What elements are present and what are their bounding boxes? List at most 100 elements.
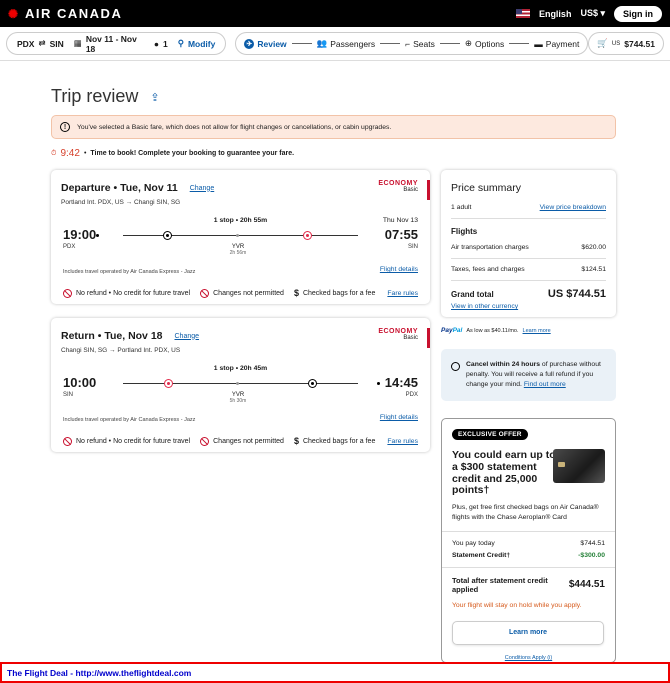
flight-details-link[interactable]: Flight details xyxy=(380,266,418,273)
timer-message: Time to book! Complete your booking to g… xyxy=(90,150,295,157)
stop-marker xyxy=(165,380,172,387)
person-icon: ● xyxy=(153,38,159,49)
flights-heading: Flights xyxy=(451,227,478,236)
pay-today-value: $744.51 xyxy=(580,539,605,547)
share-icon[interactable]: ⇪ xyxy=(150,91,160,104)
sign-in-button[interactable]: Sign in xyxy=(614,5,662,22)
offer-body: Plus, get free first checked bags on Air… xyxy=(452,504,599,521)
price-summary: Price summary 1 adult View price breakdo… xyxy=(441,170,616,317)
brand-name: AIR CANADA xyxy=(25,6,123,21)
flight-details-link[interactable]: Flight details xyxy=(380,414,418,421)
info-icon: ! xyxy=(60,122,70,132)
cart-icon: 🛒 xyxy=(597,38,608,48)
operator-note: Includes travel operated by Air Canada E… xyxy=(63,417,196,423)
step-seats[interactable]: ⌐ Seats xyxy=(405,39,435,49)
booking-steps: ✈ Review 👥 Passengers ⌐ Seats ⊕ Options ▬ Pay… xyxy=(235,32,589,55)
us-flag-icon xyxy=(515,9,530,18)
cabin-badge: ECONOMY Basic xyxy=(378,180,418,193)
air-charges-label: Air transportation charges xyxy=(451,244,529,251)
step-payment[interactable]: ▬ Payment xyxy=(534,39,579,49)
offer-headline: You could earn up to a $300 statement cr… xyxy=(452,449,556,497)
hold-note: Your flight will stay on hold while you … xyxy=(452,601,582,609)
air-canada-logo[interactable]: ✺ AIR CANADA xyxy=(8,6,122,21)
total-after-credit-label: Total after statement credit applied xyxy=(452,575,548,594)
stop-marker xyxy=(304,232,311,239)
taxes-label: Taxes, fees and charges xyxy=(451,266,525,273)
arrival-time: 07:55 xyxy=(384,227,418,242)
maple-leaf-icon: ✺ xyxy=(8,6,20,21)
exclusive-offer-badge: EXCLUSIVE OFFER xyxy=(452,429,528,440)
flight-deal-banner[interactable]: The Flight Deal - http://www.theflightde… xyxy=(0,662,670,683)
stop-marker xyxy=(309,380,316,387)
grand-total-label: Grand total xyxy=(451,289,494,299)
fare-rules-link[interactable]: Fare rules xyxy=(387,290,418,297)
cart-total[interactable]: 🛒 US $744.51 xyxy=(588,32,664,55)
booking-bar: PDX ⇄ SIN ▦ Nov 11 - Nov 18 ● 1 ⚲ Modify ✈ Rev… xyxy=(0,27,670,61)
fare-conditions: No refund • No credit for future travel … xyxy=(63,288,418,298)
swap-icon: ⇄ xyxy=(38,38,46,48)
total-after-credit-value: $444.51 xyxy=(568,579,605,591)
card-icon: ▬ xyxy=(534,38,543,49)
taxes-value: $124.51 xyxy=(581,266,606,273)
step-passengers[interactable]: 👥 Passengers xyxy=(317,38,375,49)
cancel-policy: Cancel within 24 hours of purchase witho… xyxy=(441,349,616,401)
no-refund-icon xyxy=(63,288,72,298)
air-charges-value: $620.00 xyxy=(581,244,606,251)
flight-timeline: 19:00 PDX YVR 2h 56m 07:55 SIN xyxy=(63,227,418,256)
arrival-code: SIN xyxy=(407,244,418,250)
arrival-time: 14:45 xyxy=(384,375,418,390)
stop-airport: YVR 5h 30m xyxy=(229,392,247,404)
paypal-logo: PayPal xyxy=(441,327,463,334)
price-summary-title: Price summary xyxy=(451,182,522,194)
plus-icon: ⊕ xyxy=(464,38,472,48)
departure-time: 19:00 xyxy=(63,227,97,242)
fare-rules-link[interactable]: Fare rules xyxy=(387,438,418,445)
booking-timer: ⏱ 9:42 • Time to book! Complete your boo… xyxy=(51,148,295,159)
modify-button[interactable]: ⚲ Modify xyxy=(178,38,216,49)
pay-today-label: You pay today xyxy=(452,539,495,547)
route-text: Changi SIN, SG → Portland Int. PDX, US xyxy=(61,347,181,354)
statement-credit-label: Statement Credit† xyxy=(452,551,511,559)
route-text: Portland Int. PDX, US → Changi SIN, SG xyxy=(61,199,181,206)
no-changes-icon xyxy=(200,288,210,298)
grand-total-value: US $744.51 xyxy=(547,288,606,300)
operator-note: Includes travel operated by Air Canada E… xyxy=(63,269,196,275)
clock-icon xyxy=(451,362,460,371)
return-card: Return • Tue, Nov 18 Change Changi SIN, S… xyxy=(51,318,430,452)
currency-selector[interactable]: US$ ▾ xyxy=(580,8,605,19)
departure-code: PDX xyxy=(63,244,76,250)
adult-count: 1 adult xyxy=(451,204,472,211)
credit-card-image xyxy=(553,449,605,483)
timer-value: 9:42 xyxy=(60,148,80,159)
find-out-more-link[interactable]: Find out more xyxy=(524,381,566,388)
fare-conditions: No refund • No credit for future travel … xyxy=(63,436,418,446)
search-icon: ⚲ xyxy=(177,38,184,48)
search-summary[interactable]: PDX ⇄ SIN ▦ Nov 11 - Nov 18 ● 1 ⚲ Modify xyxy=(6,32,227,55)
dollar-icon: $ xyxy=(293,288,299,298)
paypal-offer: PayPal As low as $40.11/mo. Learn more xyxy=(441,327,551,334)
paypal-learn-more-link[interactable]: Learn more xyxy=(523,328,551,334)
change-link[interactable]: Change xyxy=(175,333,200,340)
departure-card: Departure • Tue, Nov 11 Change Portland I… xyxy=(51,170,430,304)
statement-credit-value: -$300.00 xyxy=(578,551,605,559)
dollar-icon: $ xyxy=(293,436,299,446)
conditions-link[interactable]: Conditions Apply (i) xyxy=(452,655,605,661)
stop-info: 1 stop • 20h 45m xyxy=(213,365,268,372)
cabin-badge: ECONOMY Basic xyxy=(378,328,418,341)
change-link[interactable]: Change xyxy=(190,185,215,192)
page-title: Trip review ⇪ xyxy=(51,86,160,106)
other-currency-link[interactable]: View in other currency xyxy=(451,303,606,310)
passenger-summary: ● 1 xyxy=(153,38,168,49)
departure-time: 10:00 xyxy=(63,375,97,390)
seat-icon: ⌐ xyxy=(405,38,411,49)
step-options[interactable]: ⊕ Options xyxy=(465,38,504,49)
stop-info: 1 stop • 20h 55m xyxy=(213,217,268,224)
arrival-code: PDX xyxy=(405,392,418,398)
learn-more-button[interactable]: Learn more xyxy=(452,620,604,645)
step-review[interactable]: ✈ Review xyxy=(244,38,287,49)
language-selector[interactable]: English xyxy=(539,9,572,19)
price-breakdown-link[interactable]: View price breakdown xyxy=(540,204,606,211)
arrival-date: Thu Nov 13 xyxy=(382,217,418,224)
route-summary: PDX ⇄ SIN xyxy=(17,38,64,49)
stop-airport: YVR 2h 56m xyxy=(229,244,247,256)
